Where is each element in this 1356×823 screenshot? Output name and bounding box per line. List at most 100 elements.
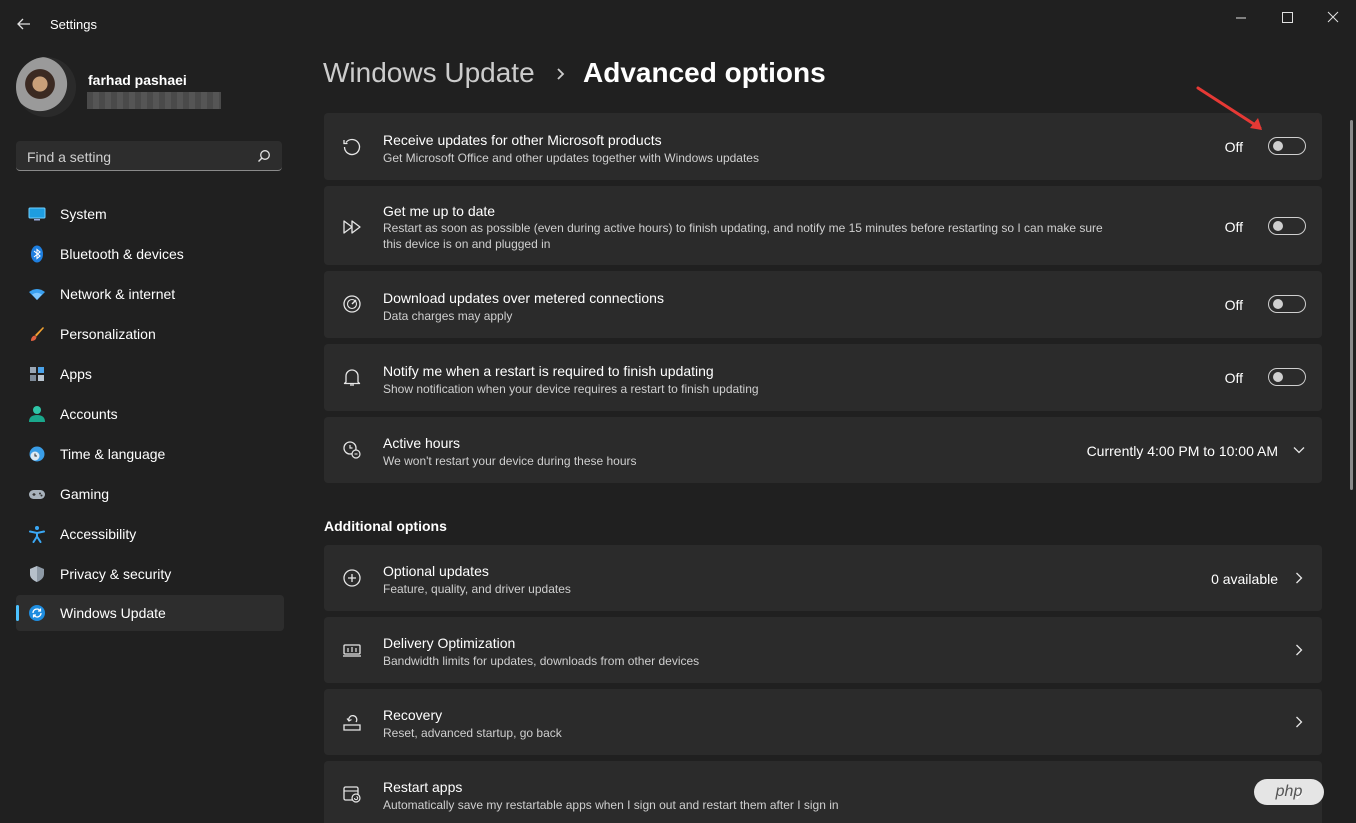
toggle-knob — [1273, 141, 1283, 151]
setting-title: Active hours — [383, 435, 461, 451]
sidebar-item-accounts[interactable]: Accounts — [16, 396, 284, 432]
minimize-icon[interactable] — [1226, 8, 1256, 28]
restart-apps-icon — [342, 784, 362, 804]
apps-icon — [28, 365, 46, 383]
sidebar-item-label: Personalization — [60, 326, 156, 342]
sidebar-item-label: Bluetooth & devices — [60, 246, 184, 262]
setting-restart-notification[interactable]: Notify me when a restart is required to … — [324, 344, 1322, 411]
setting-description: Restart as soon as possible (even during… — [383, 221, 1103, 251]
setting-title: Delivery Optimization — [383, 635, 516, 651]
setting-title: Receive updates for other Microsoft prod… — [383, 132, 662, 148]
active-hours-value: Currently 4:00 PM to 10:00 AM — [1086, 443, 1278, 459]
sidebar-item-network-internet[interactable]: Network & internet — [16, 276, 284, 312]
sidebar-item-windows-update[interactable]: Windows Update — [16, 595, 284, 631]
link-restart-apps[interactable]: Restart apps Automatically save my resta… — [324, 761, 1322, 823]
globe-clock-icon — [28, 445, 46, 463]
setting-description: Show notification when your device requi… — [383, 382, 759, 396]
plus-circle-icon — [342, 568, 362, 588]
wifi-icon — [28, 285, 46, 303]
bluetooth-icon — [28, 245, 46, 263]
toggle-state-label: Off — [1224, 139, 1243, 155]
active-indicator — [16, 605, 19, 621]
sidebar-item-time-language[interactable]: Time & language — [16, 436, 284, 472]
optional-updates-count: 0 available — [1211, 571, 1278, 587]
recovery-icon — [342, 712, 362, 732]
sidebar-item-privacy-security[interactable]: Privacy & security — [16, 556, 284, 592]
clock-icon — [342, 440, 362, 460]
setting-title: Recovery — [383, 707, 443, 723]
chevron-right-icon — [1292, 571, 1306, 585]
link-optional-updates[interactable]: Optional updates Feature, quality, and d… — [324, 545, 1322, 611]
setting-description: Feature, quality, and driver updates — [383, 582, 571, 596]
toggle-switch[interactable] — [1268, 137, 1306, 155]
search-placeholder: Find a setting — [27, 149, 112, 165]
toggle-switch[interactable] — [1268, 368, 1306, 386]
setting-metered-downloads[interactable]: Download updates over metered connection… — [324, 271, 1322, 338]
setting-description: Bandwidth limits for updates, downloads … — [383, 654, 700, 668]
setting-description: Data charges may apply — [383, 309, 513, 323]
annotation-arrow-icon — [1190, 82, 1270, 134]
setting-description: Get Microsoft Office and other updates t… — [383, 151, 759, 165]
fast-forward-icon — [342, 217, 362, 237]
toggle-knob — [1273, 221, 1283, 231]
toggle-switch[interactable] — [1268, 295, 1306, 313]
search-input[interactable]: Find a setting — [16, 141, 282, 171]
sidebar-item-personalization[interactable]: Personalization — [16, 316, 284, 352]
chevron-down-icon[interactable] — [1292, 443, 1306, 457]
toggle-state-label: Off — [1224, 297, 1243, 313]
avatar[interactable] — [16, 57, 76, 117]
profile-email-redacted — [87, 92, 221, 109]
sidebar-item-label: Apps — [60, 366, 92, 382]
section-heading: Additional options — [324, 518, 447, 534]
sidebar-item-apps[interactable]: Apps — [16, 356, 284, 392]
sidebar-item-bluetooth-devices[interactable]: Bluetooth & devices — [16, 236, 284, 272]
sidebar-item-label: Privacy & security — [60, 566, 172, 582]
title-bar: Settings — [0, 0, 1356, 48]
sidebar-item-label: Network & internet — [60, 286, 176, 302]
profile-name: farhad pashaei — [88, 72, 187, 88]
sidebar-item-label: Accessibility — [60, 526, 137, 542]
setting-title: Restart apps — [383, 779, 463, 795]
chevron-right-icon — [553, 62, 569, 86]
setting-title: Notify me when a restart is required to … — [383, 363, 714, 379]
watermark-logo: php — [1254, 779, 1324, 805]
bell-icon — [342, 367, 362, 387]
back-arrow-icon[interactable] — [14, 14, 34, 34]
chevron-right-icon — [1292, 643, 1306, 657]
setting-description: Automatically save my restartable apps w… — [383, 798, 839, 812]
gamepad-icon — [28, 485, 46, 503]
person-icon — [28, 405, 46, 423]
sidebar-item-label: Gaming — [60, 486, 110, 502]
setting-receive-other-updates[interactable]: Receive updates for other Microsoft prod… — [324, 113, 1322, 180]
setting-title: Optional updates — [383, 563, 489, 579]
sidebar-item-system[interactable]: System — [16, 196, 284, 232]
app-title: Settings — [50, 17, 97, 32]
breadcrumb-parent[interactable]: Windows Update — [323, 57, 535, 89]
toggle-state-label: Off — [1224, 219, 1243, 235]
link-recovery[interactable]: Recovery Reset, advanced startup, go bac… — [324, 689, 1322, 755]
setting-title: Download updates over metered connection… — [383, 290, 664, 306]
setting-active-hours[interactable]: Active hours We won't restart your devic… — [324, 417, 1322, 483]
sidebar-item-label: Accounts — [60, 406, 118, 422]
sidebar-item-accessibility[interactable]: Accessibility — [16, 516, 284, 552]
search-icon[interactable] — [257, 149, 271, 163]
close-icon[interactable] — [1318, 8, 1348, 28]
sidebar-item-label: Windows Update — [60, 605, 166, 621]
toggle-knob — [1273, 372, 1283, 382]
sidebar-item-label: System — [60, 206, 107, 222]
setting-get-me-up-to-date[interactable]: Get me up to date Restart as soon as pos… — [324, 186, 1322, 265]
sync-icon — [28, 604, 46, 622]
toggle-switch[interactable] — [1268, 217, 1306, 235]
shield-icon — [28, 565, 46, 583]
setting-title: Get me up to date — [383, 203, 496, 219]
delivery-icon — [342, 640, 362, 660]
sidebar-item-label: Time & language — [60, 446, 166, 462]
maximize-icon[interactable] — [1272, 8, 1302, 28]
link-delivery-optimization[interactable]: Delivery Optimization Bandwidth limits f… — [324, 617, 1322, 683]
monitor-icon — [28, 205, 46, 223]
scrollbar[interactable] — [1350, 120, 1353, 490]
speedometer-icon — [342, 294, 362, 314]
sidebar-item-gaming[interactable]: Gaming — [16, 476, 284, 512]
chevron-right-icon — [1292, 715, 1306, 729]
setting-description: We won't restart your device during thes… — [383, 454, 637, 468]
